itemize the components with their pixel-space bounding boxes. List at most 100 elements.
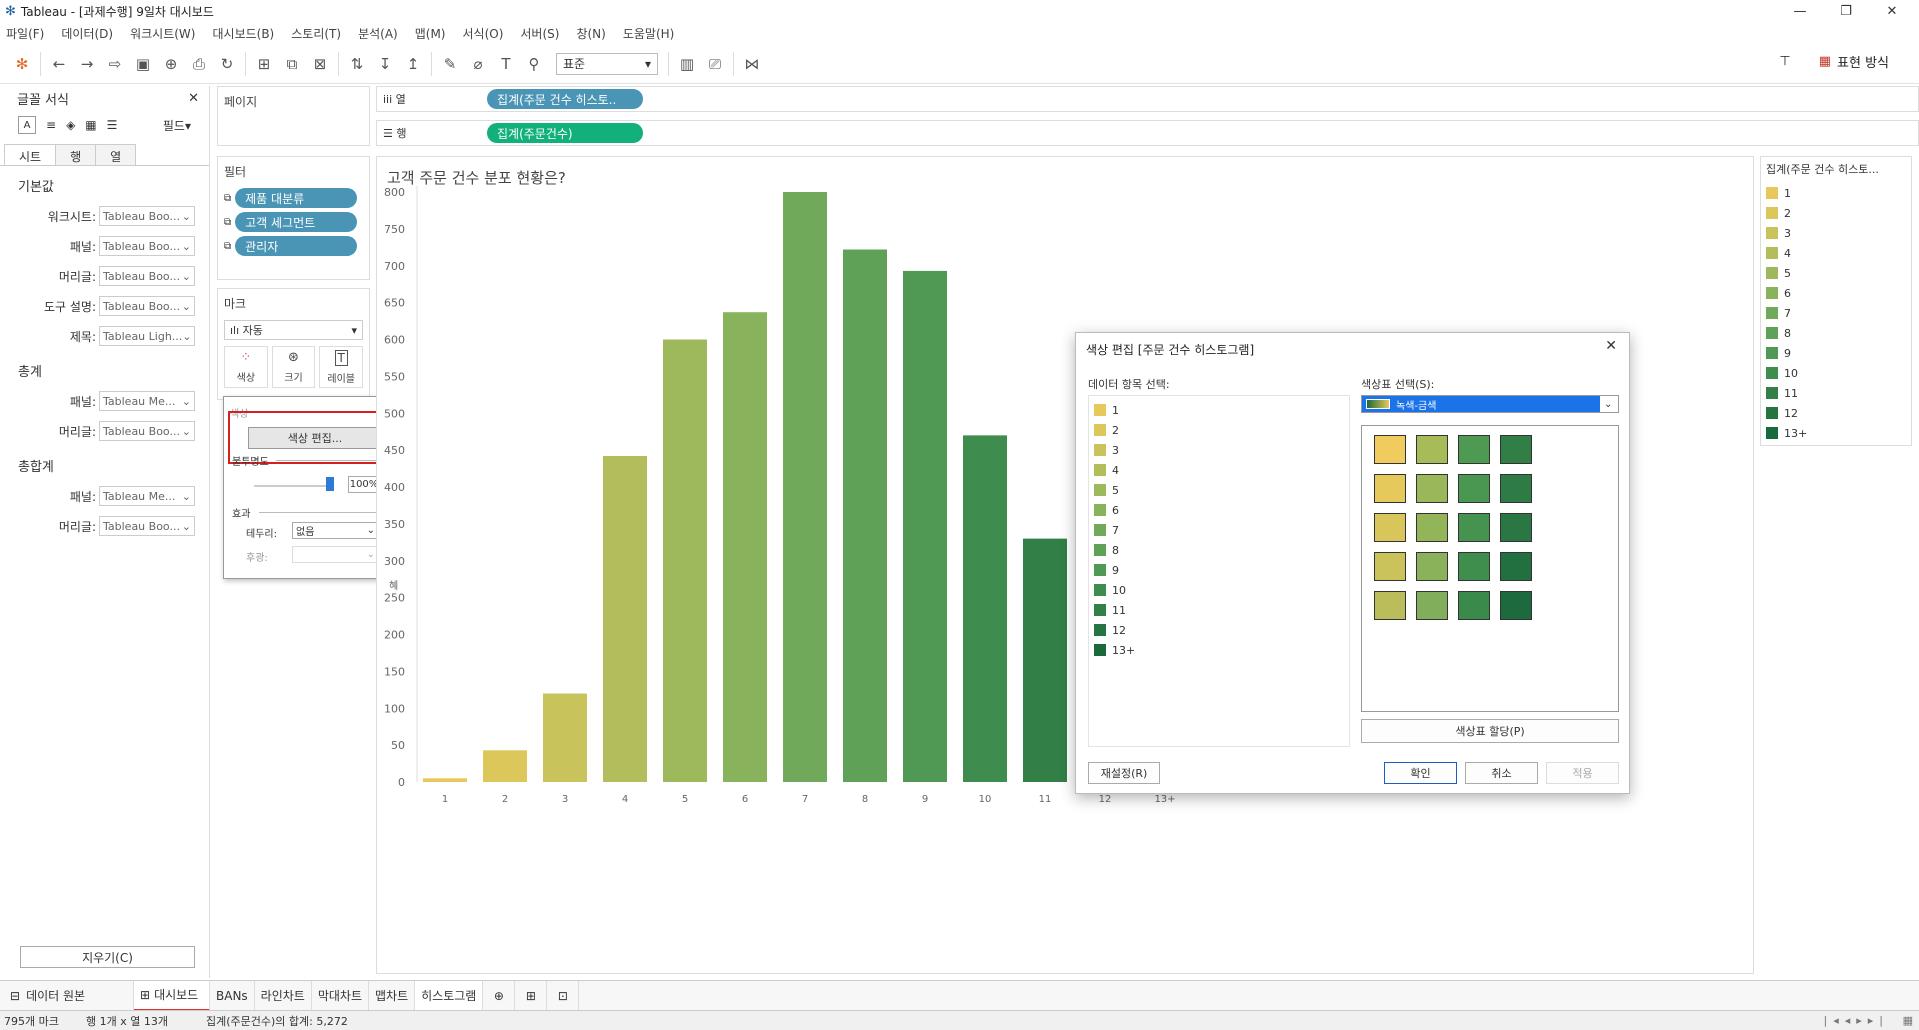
rows-pill[interactable]: 집계(주문건수) — [487, 123, 643, 143]
minimize-button[interactable]: — — [1777, 0, 1823, 22]
mark-type-select[interactable]: ılı 자동 ▾ — [224, 320, 363, 340]
legend-item[interactable]: 8 — [1761, 323, 1911, 343]
color-mark-button[interactable]: ⁘ 색상 — [224, 346, 268, 388]
refresh-icon[interactable]: ↻ — [213, 50, 241, 78]
tab-bans[interactable]: BANs — [210, 980, 255, 1011]
new-worksheet-icon[interactable]: ⊕ — [483, 980, 516, 1011]
label-icon[interactable]: T — [492, 50, 520, 78]
worksheet-font-dropdown[interactable]: Tableau Boo... ⌄ — [99, 206, 195, 226]
close-icon[interactable]: ✕ — [188, 91, 199, 106]
pin-toolbar-icon[interactable]: ⊤ — [1779, 54, 1790, 69]
redo-icon[interactable]: → — [73, 50, 101, 78]
bar-5[interactable] — [663, 339, 707, 783]
halo-select[interactable]: ⌄ — [292, 546, 379, 563]
highlight-icon[interactable]: ✎ — [436, 50, 464, 78]
legend-item[interactable]: 7 — [1761, 303, 1911, 323]
bar-8[interactable] — [843, 249, 887, 782]
rows-shelf[interactable]: ☰ 행 집계(주문건수) — [376, 120, 1919, 146]
borders-icon[interactable]: ▦ — [85, 118, 96, 132]
tab-sheet[interactable]: 시트 — [4, 144, 57, 165]
show-me-icon[interactable]: ▥ — [673, 50, 701, 78]
menu-data[interactable]: 데이터(D) — [61, 25, 113, 42]
tab-rows[interactable]: 행 — [55, 144, 97, 165]
data-items-list[interactable]: 1 2 3 4 5 6 7 8 9 10 11 12 13+ — [1088, 395, 1350, 747]
pause-updates-icon[interactable]: ⎙ — [185, 50, 213, 78]
cancel-button[interactable]: 취소 — [1465, 762, 1538, 784]
save-icon[interactable]: ▣ — [129, 50, 157, 78]
totals-pane-dropdown[interactable]: Tableau Me... ⌄ — [99, 391, 195, 411]
new-worksheet-icon[interactable]: ⊞ — [250, 50, 278, 78]
present-button[interactable]: ⊤ ▦ 표현 방식 — [1779, 52, 1889, 71]
clear-sheet-icon[interactable]: ⊠ — [306, 50, 334, 78]
fit-select[interactable]: 표준 ▾ — [556, 52, 658, 75]
bar-6[interactable] — [723, 312, 767, 782]
columns-pill[interactable]: 집계(주문 건수 히스토.. — [487, 89, 643, 109]
opacity-slider-track[interactable] — [254, 485, 334, 487]
menu-dashboard[interactable]: 대시보드(B) — [212, 25, 274, 42]
palette-swatch[interactable] — [1416, 435, 1448, 464]
presentation-icon[interactable]: ⎚ — [701, 50, 729, 78]
pane-font-dropdown[interactable]: Tableau Boo... ⌄ — [99, 236, 195, 256]
legend-item[interactable]: 1 — [1761, 183, 1911, 203]
menu-file[interactable]: 파일(F) — [6, 25, 44, 42]
new-dashboard-icon[interactable]: ⊞ — [515, 980, 548, 1011]
share-icon[interactable]: ⋈ — [738, 50, 766, 78]
palette-swatch[interactable] — [1374, 435, 1406, 464]
palette-select[interactable]: 녹색-금색 ⌄ — [1361, 395, 1619, 413]
palette-swatch[interactable] — [1500, 474, 1532, 503]
palette-swatch[interactable] — [1500, 552, 1532, 581]
group-icon[interactable]: ⌀ — [464, 50, 492, 78]
bar-4[interactable] — [603, 456, 647, 782]
opacity-slider-handle[interactable] — [326, 477, 334, 491]
menu-story[interactable]: 스토리(T) — [291, 25, 341, 42]
legend-item[interactable]: 13+ — [1761, 423, 1911, 443]
palette-swatch[interactable] — [1500, 591, 1532, 620]
palette-swatch[interactable] — [1374, 474, 1406, 503]
legend-item[interactable]: 2 — [1761, 203, 1911, 223]
palette-swatch[interactable] — [1458, 474, 1490, 503]
font-format-icon[interactable]: A — [18, 116, 36, 134]
border-select[interactable]: 없음 ⌄ — [292, 522, 379, 539]
data-item[interactable]: 3 — [1089, 440, 1349, 460]
reset-button[interactable]: 재설정(R) — [1088, 762, 1160, 784]
palette-swatch[interactable] — [1374, 591, 1406, 620]
palette-swatch[interactable] — [1416, 591, 1448, 620]
data-item[interactable]: 4 — [1089, 460, 1349, 480]
data-item[interactable]: 6 — [1089, 500, 1349, 520]
replay-icon[interactable]: ⇨ — [101, 50, 129, 78]
data-item[interactable]: 10 — [1089, 580, 1349, 600]
columns-shelf[interactable]: iii 열 집계(주문 건수 히스토.. — [376, 86, 1919, 112]
menu-help[interactable]: 도움말(H) — [623, 25, 675, 42]
palette-swatch[interactable] — [1416, 513, 1448, 542]
palette-swatch[interactable] — [1500, 435, 1532, 464]
maximize-button[interactable]: ❐ — [1823, 0, 1869, 22]
tableau-home-icon[interactable]: ✻ — [8, 50, 36, 78]
data-item[interactable]: 5 — [1089, 480, 1349, 500]
sheet-sorter-icon[interactable]: ▦ — [1903, 1014, 1913, 1027]
tooltip-font-dropdown[interactable]: Tableau Boo... ⌄ — [99, 296, 195, 316]
new-datasource-icon[interactable]: ⊕ — [157, 50, 185, 78]
sheet-navigation-icons[interactable]: |◂◂▸▸| — [1824, 1014, 1890, 1027]
menu-format[interactable]: 서식(O) — [463, 25, 504, 42]
apply-button[interactable]: 적용 — [1546, 762, 1619, 784]
totals-header-dropdown[interactable]: Tableau Boo... ⌄ — [99, 421, 195, 441]
size-mark-button[interactable]: ⊛ 크기 — [271, 346, 316, 388]
grand-pane-dropdown[interactable]: Tableau Me... ⌄ — [99, 486, 195, 506]
tab-map-chart[interactable]: 맵차트 — [369, 980, 416, 1011]
grand-header-dropdown[interactable]: Tableau Boo... ⌄ — [99, 516, 195, 536]
tab-line-chart[interactable]: 라인차트 — [255, 980, 312, 1011]
new-story-icon[interactable]: ⊡ — [547, 980, 580, 1011]
data-item[interactable]: 9 — [1089, 560, 1349, 580]
label-mark-button[interactable]: T 레이블 — [319, 346, 364, 388]
palette-swatch[interactable] — [1458, 591, 1490, 620]
lines-icon[interactable]: ☰ — [107, 118, 118, 132]
legend-item[interactable]: 11 — [1761, 383, 1911, 403]
filter-pill-product-category[interactable]: 제품 대분류 — [235, 188, 358, 208]
legend-item[interactable]: 5 — [1761, 263, 1911, 283]
bar-9[interactable] — [903, 270, 947, 782]
close-icon[interactable]: ✕ — [1605, 338, 1617, 354]
alignment-icon[interactable]: ≡ — [46, 118, 56, 132]
sort-ascending-icon[interactable]: ↧ — [371, 50, 399, 78]
ok-button[interactable]: 확인 — [1384, 762, 1457, 784]
pin-icon[interactable]: ⚲ — [520, 50, 548, 78]
